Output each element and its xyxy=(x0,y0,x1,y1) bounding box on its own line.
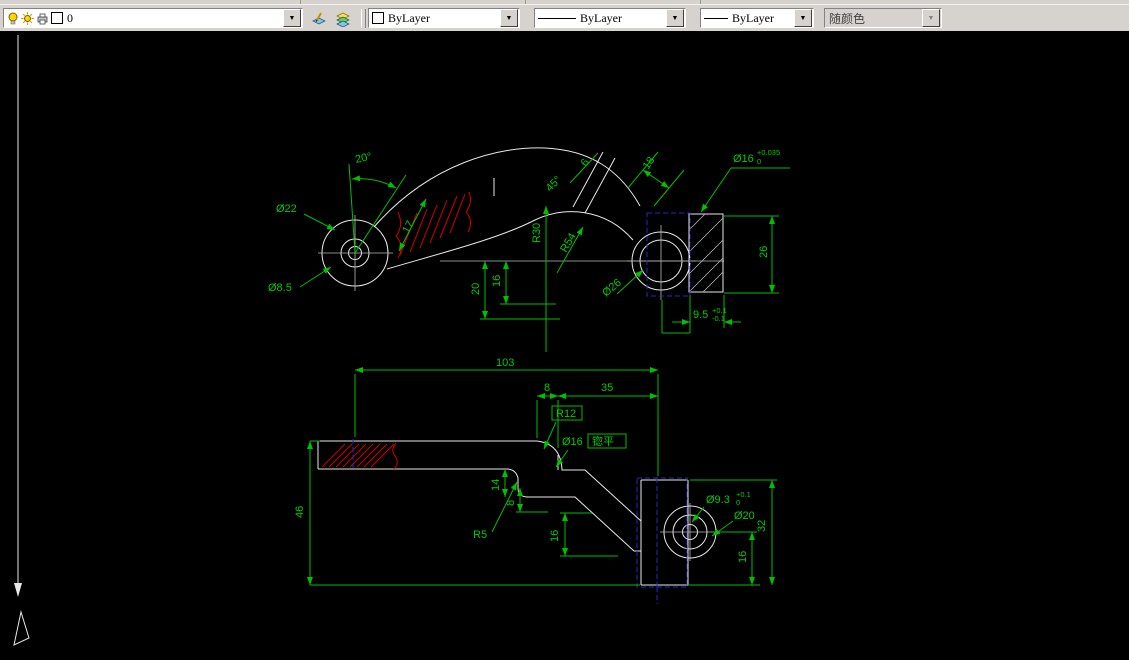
dim-len-26: 26 xyxy=(758,246,770,258)
dim-dia-22: Ø22 xyxy=(276,203,297,215)
dim-len-103: 103 xyxy=(496,357,514,369)
dim-r12: R12 xyxy=(556,408,576,420)
lineweight-combo-dropdown-arrow[interactable]: ▼ xyxy=(794,9,812,27)
front-view-section-hatch xyxy=(321,442,398,470)
layer-combo-dropdown-arrow[interactable]: ▼ xyxy=(283,9,301,27)
dim-len-20: 20 xyxy=(470,283,482,295)
dim-dia-16: Ø16 xyxy=(733,153,754,165)
top-view-outline xyxy=(318,147,724,300)
dim-r5: R5 xyxy=(473,529,487,541)
toolbar-grip[interactable] xyxy=(361,9,366,28)
dim-r30: R30 xyxy=(531,223,543,243)
lineweight-sample-icon xyxy=(704,17,728,19)
dim-len-9-5: 9.5 xyxy=(693,309,708,321)
plotstyle-combo-dropdown-arrow: ▼ xyxy=(922,9,940,27)
dim-len-8-top: 8 xyxy=(544,382,550,394)
dim-len-32: 32 xyxy=(756,520,768,532)
front-view-dimensions: 103 8 35 R12 Ø16 锪平 14 8 R5 16 46 Ø9.3 +… xyxy=(294,357,777,586)
color-combo-dropdown-arrow[interactable]: ▼ xyxy=(500,9,518,27)
dim-len-35: 35 xyxy=(601,382,613,394)
dim-len-16-right: 16 xyxy=(737,551,749,563)
layer-state-icons xyxy=(4,11,63,25)
dim-dia-16-spotface: Ø16 xyxy=(562,436,583,448)
drawing-area[interactable]: 20° Ø22 Ø8.5 17 R30 R54 45° 6 18 Ø16 +0.… xyxy=(0,32,1129,655)
lineweight-combo-value: ByLayer xyxy=(732,10,774,25)
top-view-phantom-lines xyxy=(646,212,691,297)
linetype-sample-icon xyxy=(538,17,576,19)
dim-angle-45: 45° xyxy=(544,174,564,194)
top-view: 20° Ø22 Ø8.5 17 R30 R54 45° 6 18 Ø16 +0.… xyxy=(268,147,790,352)
dim-dia-9-3-tol-dn: 0 xyxy=(736,498,740,507)
dim-dia-16-tol-up: +0.035 xyxy=(757,148,780,157)
toolbar: 0 ▼ ByLayer ▼ ByLayer ▼ ByLayer ▼ 随颜色 ▼ xyxy=(0,0,1129,32)
layer-previous-button[interactable] xyxy=(332,8,354,30)
layer-color-swatch-icon[interactable] xyxy=(51,12,63,24)
dim-len-16: 16 xyxy=(491,275,503,287)
color-combo[interactable]: ByLayer ▼ xyxy=(368,8,520,28)
plotstyle-combo: 随颜色 ▼ xyxy=(824,8,942,28)
linetype-combo-value: ByLayer xyxy=(580,10,622,25)
dim-len-8-side: 8 xyxy=(505,500,517,506)
color-swatch-icon xyxy=(372,12,384,24)
linetype-combo-dropdown-arrow[interactable]: ▼ xyxy=(666,9,684,27)
dim-dia-26: Ø26 xyxy=(600,277,624,300)
dim-dia-16-tol-dn: 0 xyxy=(757,157,761,166)
dim-dia-9-3: Ø9.3 xyxy=(706,494,730,506)
lineweight-combo[interactable]: ByLayer ▼ xyxy=(700,8,814,28)
dim-len-14: 14 xyxy=(490,479,502,491)
top-view-dimensions: 20° Ø22 Ø8.5 17 R30 R54 45° 6 18 Ø16 +0.… xyxy=(268,148,790,352)
layer-combo[interactable]: 0 ▼ xyxy=(3,8,303,28)
linetype-combo[interactable]: ByLayer ▼ xyxy=(534,8,686,28)
dim-len-9-5-tol-dn: -0.1 xyxy=(712,314,725,323)
toolbar-row: 0 ▼ ByLayer ▼ ByLayer ▼ ByLayer ▼ 随颜色 ▼ xyxy=(0,5,1129,32)
dim-dia-20: Ø20 xyxy=(734,510,755,522)
dim-len-16-mid: 16 xyxy=(549,530,561,542)
dim-len-46: 46 xyxy=(294,506,306,518)
layer-plot-printer-icon[interactable] xyxy=(36,12,49,25)
make-object-layer-current-button[interactable] xyxy=(308,8,330,30)
front-view-outline xyxy=(317,440,722,586)
layer-previous-icon xyxy=(336,12,350,27)
layer-freeze-sun-icon[interactable] xyxy=(21,11,34,25)
drawing-canvas[interactable]: 20° Ø22 Ø8.5 17 R30 R54 45° 6 18 Ø16 +0.… xyxy=(0,32,1129,655)
color-combo-value: ByLayer xyxy=(388,10,430,25)
front-view: 103 8 35 R12 Ø16 锪平 14 8 R5 16 46 Ø9.3 +… xyxy=(294,357,777,604)
layer-combo-value: 0 xyxy=(67,10,73,25)
layer-on-bulb-icon[interactable] xyxy=(7,11,19,25)
left-axis-line xyxy=(13,35,30,646)
plotstyle-combo-value: 随颜色 xyxy=(829,11,866,26)
front-view-phantom-lines xyxy=(352,439,688,604)
dim-r54: R54 xyxy=(558,231,578,254)
dim-angle-20: 20° xyxy=(354,151,373,166)
make-object-layer-current-icon xyxy=(312,12,326,25)
dim-dia-8-5: Ø8.5 xyxy=(268,282,292,294)
dim-spotface-label: 锪平 xyxy=(592,435,614,448)
